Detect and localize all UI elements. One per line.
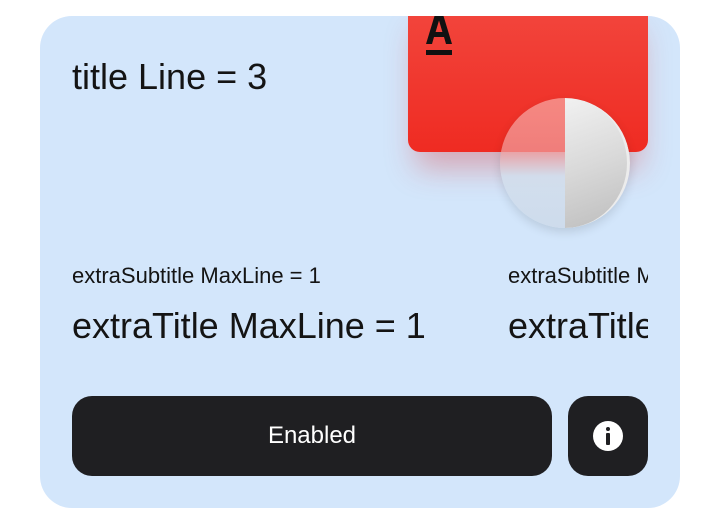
enabled-button[interactable]: Enabled <box>72 396 552 476</box>
card-title: title Line = 3 <box>72 56 268 97</box>
product-card: title Line = 3 extraSubtitle MaxLine = 1… <box>40 16 680 508</box>
extra-title: extraTitle MaxLine = 1 <box>508 305 648 346</box>
info-icon <box>593 421 623 451</box>
extra-block: extraSubtitle MaxLine = 1 extraTitle Max… <box>72 262 492 348</box>
info-button[interactable] <box>568 396 648 476</box>
alfa-bank-logo-icon <box>426 16 452 55</box>
extra-subtitle: extraSubtitle MaxLine = 1 <box>72 263 321 288</box>
coin-icon <box>500 98 630 228</box>
extra-subtitle: extraSubtitle MaxLine = 1 <box>508 263 648 288</box>
extra-block: extraSubtitle MaxLine = 1 extraTitle Max… <box>508 262 648 348</box>
extra-title: extraTitle MaxLine = 1 <box>72 305 426 346</box>
